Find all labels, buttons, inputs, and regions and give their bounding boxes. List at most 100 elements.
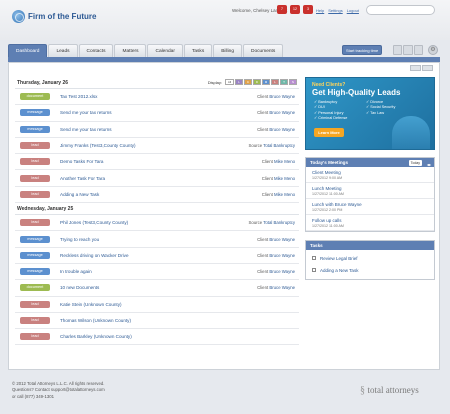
leads-ad-banner[interactable]: Need Clients? Get High-Quality Leads ✓ B…: [305, 77, 435, 150]
meeting-title[interactable]: Client Meeting: [312, 170, 428, 175]
day-header: Thursday, January 26 Display: All L C D M L T N: [15, 77, 299, 89]
tab-leads[interactable]: Leads: [48, 44, 78, 57]
filter-button[interactable]: All: [225, 79, 234, 85]
meta-value[interactable]: Bruce Wayne: [269, 269, 295, 274]
start-tracking-button[interactable]: Start tracking time: [342, 45, 383, 55]
notification-badge-alerts[interactable]: 7: [277, 5, 287, 14]
meeting-item[interactable]: Lunch with Bruce Wayne 1/27/2012 2:00 PM: [306, 199, 434, 215]
feed-item-title[interactable]: Tax Test 2012.xlsx: [60, 94, 97, 99]
ad-headline: Get High-Quality Leads: [312, 88, 401, 97]
filter-button[interactable]: C: [244, 79, 252, 85]
meta-value[interactable]: Mike Meno: [274, 176, 295, 181]
feed-item[interactable]: lead Demo Tasks For Tara Client Mike Meno: [15, 154, 299, 171]
tab-contacts[interactable]: Contacts: [78, 44, 114, 57]
feed-item[interactable]: message In trouble again Client Bruce Wayn…: [15, 264, 299, 281]
feed-item-title[interactable]: 10 new Documents: [60, 285, 99, 290]
meta-label: Client: [257, 110, 270, 116]
feed-item-title[interactable]: Adding a New Task: [60, 192, 99, 197]
meta-value[interactable]: Mike Meno: [274, 159, 295, 164]
meta-value[interactable]: Bruce Wayne: [269, 94, 295, 99]
feed-item[interactable]: message Send me your tax returns Client Br…: [15, 105, 299, 122]
notification-badge-messages[interactable]: 12: [290, 5, 300, 14]
filter-button[interactable]: M: [262, 79, 270, 85]
search-input[interactable]: [366, 5, 435, 15]
feed-item-title[interactable]: Another Task For Tara: [60, 176, 105, 181]
filter-button[interactable]: L: [235, 79, 243, 85]
footer: © 2012 Total Attorneys L.L.C. All rights…: [12, 381, 105, 400]
meta-value[interactable]: Bruce Wayne: [269, 237, 295, 242]
feed-item-title[interactable]: In trouble again: [60, 269, 92, 274]
meeting-time: 1/27/2012 2:00 PM: [312, 208, 343, 212]
ad-list-right: ✓ Divorce ✓ Social Security ✓ Tax Law: [366, 100, 395, 116]
feed-item-title[interactable]: Reckless driving on Wacker Drive: [60, 253, 129, 258]
feed-item[interactable]: lead Charles Barkley (Unknown County): [15, 329, 299, 346]
logout-link[interactable]: Logout: [347, 8, 359, 13]
tab-calendar[interactable]: Calendar: [147, 44, 183, 57]
meeting-item[interactable]: Lunch Meeting 1/27/2012 11:00 AM: [306, 183, 434, 199]
filter-button[interactable]: N: [289, 79, 297, 85]
help-link[interactable]: Help: [316, 8, 324, 13]
task-checkbox[interactable]: [312, 268, 316, 272]
app-logo[interactable]: Firm of the Future: [12, 10, 96, 23]
timer-display: [393, 45, 423, 55]
type-badge: document: [20, 93, 50, 101]
task-label[interactable]: Adding a New Task: [320, 268, 358, 273]
feed-item[interactable]: lead Phil Jones (Test3,County County) Sour…: [15, 215, 299, 232]
feed-item-title[interactable]: Send me your tax returns: [60, 110, 112, 115]
feed-item[interactable]: message Send me your tax returns Client Br…: [15, 122, 299, 138]
feed-item-title[interactable]: Send me your tax returns: [60, 127, 112, 132]
notification-badge-tasks[interactable]: 3: [303, 5, 313, 14]
feed-item[interactable]: lead Thomas Wilson (Unknown County): [15, 313, 299, 330]
meta-value[interactable]: Mike Meno: [274, 192, 295, 197]
feed-item-title[interactable]: Charles Barkley (Unknown County): [60, 334, 132, 339]
feed-item[interactable]: message Reckless driving on Wacker Drive C…: [15, 248, 299, 264]
day-header: Wednesday, January 25: [15, 203, 299, 216]
meta-value[interactable]: Bruce Wayne: [269, 253, 295, 258]
meeting-title[interactable]: Lunch with Bruce Wayne: [312, 202, 428, 207]
gear-icon[interactable]: ⚙: [428, 45, 438, 55]
feed-item[interactable]: document 10 new Documents Client Bruce Way…: [15, 280, 299, 297]
today-button[interactable]: Today: [408, 159, 422, 166]
meta-value[interactable]: Bruce Wayne: [269, 285, 295, 290]
feed-item[interactable]: lead Katie Stein (Unknown County): [15, 297, 299, 313]
feed-item[interactable]: message Trying to reach you Client Bruce W…: [15, 231, 299, 248]
chevron-nav-icon[interactable]: ◂▸: [427, 160, 431, 169]
feed-item[interactable]: lead Jimmy Franks (Test3,County County) So…: [15, 138, 299, 155]
feed-item-title[interactable]: Thomas Wilson (Unknown County): [60, 318, 131, 323]
filter-button[interactable]: L: [271, 79, 279, 85]
tab-matters[interactable]: Matters: [114, 44, 147, 57]
meeting-title[interactable]: Lunch Meeting: [312, 186, 428, 191]
task-checkbox[interactable]: [312, 256, 316, 260]
feed-item-title[interactable]: Demo Tasks For Tara: [60, 159, 103, 164]
meeting-title[interactable]: Follow up calls: [312, 218, 428, 223]
tab-documents[interactable]: Documents: [243, 44, 284, 57]
list-view-icon[interactable]: [410, 65, 421, 71]
type-badge: lead: [20, 219, 50, 227]
settings-link[interactable]: Settings: [328, 8, 342, 13]
display-label: Display:: [207, 79, 222, 85]
todays-meetings-panel: Today's Meetings Today ◂▸ Client Meeting…: [305, 157, 435, 232]
feed-item[interactable]: lead Adding a New Task Client Mike Meno: [15, 187, 299, 204]
feed-item-title[interactable]: Jimmy Franks (Test3,County County): [60, 143, 136, 148]
filter-button[interactable]: D: [253, 79, 261, 85]
meta-value[interactable]: Total Bankruptcy: [263, 220, 295, 225]
tab-dashboard[interactable]: Dashboard: [8, 44, 48, 57]
meta-value[interactable]: Bruce Wayne: [269, 127, 295, 132]
feed-item[interactable]: document Tax Test 2012.xlsx Client Bruce W…: [15, 89, 299, 106]
feed-item-title[interactable]: Trying to reach you: [60, 237, 99, 242]
feed-item-title[interactable]: Phil Jones (Test3,County County): [60, 220, 128, 225]
meta-value[interactable]: Bruce Wayne: [269, 110, 295, 115]
footer-phone: or call (877) 349-1301: [12, 393, 55, 399]
tab-billing[interactable]: Billing: [213, 44, 243, 57]
learn-more-button[interactable]: Learn More: [314, 128, 344, 137]
meta-value[interactable]: Total Bankruptcy: [263, 143, 295, 148]
grid-view-icon[interactable]: [422, 65, 433, 71]
tab-tasks[interactable]: Tasks: [183, 44, 213, 57]
filter-button[interactable]: T: [280, 79, 288, 85]
meta-label: Source: [248, 220, 264, 226]
task-label[interactable]: Review Legal Brief: [320, 256, 358, 261]
feed-item-title[interactable]: Katie Stein (Unknown County): [60, 302, 122, 307]
meeting-item[interactable]: Client Meeting 1/27/2012 9:00 AM: [306, 167, 434, 183]
meeting-item[interactable]: Follow up calls 1/27/2012 11:00 AM: [306, 215, 434, 231]
feed-item[interactable]: lead Another Task For Tara Client Mike Men…: [15, 170, 299, 187]
